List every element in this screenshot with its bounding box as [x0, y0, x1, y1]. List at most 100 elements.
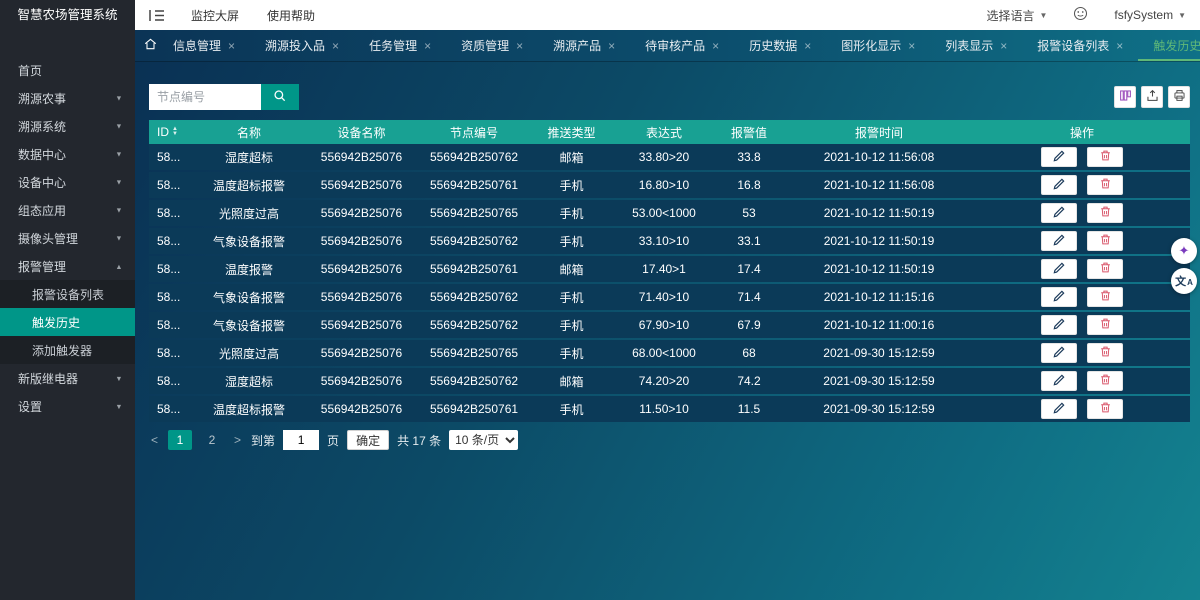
- edit-button[interactable]: [1041, 371, 1077, 391]
- edit-button[interactable]: [1041, 259, 1077, 279]
- translate-button[interactable]: 文A: [1171, 268, 1197, 294]
- tab-close-icon[interactable]: ×: [1116, 39, 1123, 53]
- sidebar-subitem[interactable]: 添加触发器: [0, 336, 135, 364]
- delete-button[interactable]: [1087, 399, 1123, 419]
- sidebar-item[interactable]: 设备中心▼: [0, 168, 135, 196]
- sidebar-item[interactable]: 数据中心▼: [0, 140, 135, 168]
- sidebar-subitem[interactable]: 报警设备列表: [0, 280, 135, 308]
- delete-button[interactable]: [1087, 287, 1123, 307]
- edit-button[interactable]: [1041, 343, 1077, 363]
- page-number[interactable]: 1: [168, 430, 192, 450]
- cell-value: 33.1: [714, 234, 784, 248]
- sidebar-item-label: 设备中心: [18, 174, 66, 191]
- page-numbers: 12: [168, 430, 224, 450]
- goto-page-input[interactable]: [283, 430, 319, 450]
- edit-button[interactable]: [1041, 203, 1077, 223]
- nav-link-help[interactable]: 使用帮助: [267, 7, 315, 24]
- export-button[interactable]: [1141, 86, 1163, 108]
- column-header: 节点编号: [419, 124, 529, 141]
- row-actions: [974, 259, 1190, 279]
- tab-close-icon[interactable]: ×: [908, 39, 915, 53]
- sidebar-item[interactable]: 溯源农事▼: [0, 84, 135, 112]
- sidebar-item[interactable]: 新版继电器▼: [0, 364, 135, 392]
- nav-link-monitor-screen[interactable]: 监控大屏: [191, 7, 239, 24]
- translate-icon: 文A: [1175, 273, 1193, 289]
- cell-time: 2021-10-12 11:50:19: [784, 206, 974, 220]
- tab-close-icon[interactable]: ×: [608, 39, 615, 53]
- cell-device: 556942B25076: [304, 178, 419, 192]
- table-row: 58...湿度超标556942B25076556942B250762邮箱74.2…: [149, 368, 1190, 394]
- delete-button[interactable]: [1087, 231, 1123, 251]
- column-header-label: 操作: [1070, 126, 1094, 140]
- tab[interactable]: 历史数据×: [734, 30, 826, 61]
- next-page-icon[interactable]: >: [232, 433, 243, 447]
- menu-collapse-icon[interactable]: [149, 9, 165, 22]
- cell-name: 气象设备报警: [194, 317, 304, 334]
- edit-button[interactable]: [1041, 287, 1077, 307]
- delete-button[interactable]: [1087, 203, 1123, 223]
- tab[interactable]: 报警设备列表×: [1022, 30, 1138, 61]
- delete-button[interactable]: [1087, 147, 1123, 167]
- tab[interactable]: 待审核产品×: [630, 30, 734, 61]
- tab-close-icon[interactable]: ×: [1000, 39, 1007, 53]
- tab-home[interactable]: [143, 30, 158, 61]
- cell-name: 光照度过高: [194, 205, 304, 222]
- sidebar-item[interactable]: 组态应用▼: [0, 196, 135, 224]
- tab[interactable]: 信息管理×: [158, 30, 250, 61]
- user-menu[interactable]: fsfySystem ▼: [1114, 8, 1186, 22]
- theme-icon[interactable]: [1073, 6, 1088, 24]
- tab-close-icon[interactable]: ×: [516, 39, 523, 53]
- page-number[interactable]: 2: [200, 430, 224, 450]
- sidebar-item[interactable]: 报警管理▲: [0, 252, 135, 280]
- caret-down-icon: ▼: [115, 150, 122, 158]
- cell-name: 温度超标报警: [194, 177, 304, 194]
- print-button[interactable]: [1168, 86, 1190, 108]
- edit-button[interactable]: [1041, 399, 1077, 419]
- tab[interactable]: 列表显示×: [930, 30, 1022, 61]
- delete-button[interactable]: [1087, 315, 1123, 335]
- cell-expr: 71.40>10: [614, 290, 714, 304]
- table-row: 58...光照度过高556942B25076556942B250765手机68.…: [149, 340, 1190, 366]
- sidebar-subitem[interactable]: 触发历史: [0, 308, 135, 336]
- print-icon: [1173, 89, 1186, 105]
- delete-button[interactable]: [1087, 371, 1123, 391]
- tab-close-icon[interactable]: ×: [804, 39, 811, 53]
- sparkle-button[interactable]: ✦: [1171, 238, 1197, 264]
- prev-page-icon[interactable]: <: [149, 433, 160, 447]
- tab-close-icon[interactable]: ×: [424, 39, 431, 53]
- edit-button[interactable]: [1041, 147, 1077, 167]
- search-button[interactable]: [261, 84, 299, 110]
- tab[interactable]: 溯源产品×: [538, 30, 630, 61]
- page-size-select[interactable]: 10 条/页: [449, 430, 518, 450]
- cell-id: 58...: [149, 262, 194, 276]
- cell-node: 556942B250765: [419, 346, 529, 360]
- sort-icon[interactable]: ▲▼: [172, 127, 178, 137]
- delete-button[interactable]: [1087, 259, 1123, 279]
- delete-button[interactable]: [1087, 343, 1123, 363]
- sidebar-item[interactable]: 首页: [0, 56, 135, 84]
- edit-button[interactable]: [1041, 231, 1077, 251]
- cell-expr: 67.90>10: [614, 318, 714, 332]
- sidebar-item[interactable]: 摄像头管理▼: [0, 224, 135, 252]
- tab[interactable]: 触发历史×: [1138, 30, 1200, 61]
- sidebar-item[interactable]: 溯源系统▼: [0, 112, 135, 140]
- cell-value: 68: [714, 346, 784, 360]
- column-header-label: 设备名称: [337, 126, 385, 140]
- edit-button[interactable]: [1041, 315, 1077, 335]
- filter-columns-button[interactable]: [1114, 86, 1136, 108]
- cell-push: 邮箱: [529, 373, 614, 390]
- tab[interactable]: 溯源投入品×: [250, 30, 354, 61]
- tab-close-icon[interactable]: ×: [228, 39, 235, 53]
- tab[interactable]: 图形化显示×: [826, 30, 930, 61]
- tab[interactable]: 任务管理×: [354, 30, 446, 61]
- tab-close-icon[interactable]: ×: [712, 39, 719, 53]
- goto-confirm-button[interactable]: 确定: [347, 430, 389, 450]
- trash-icon: [1099, 373, 1112, 389]
- language-select[interactable]: 选择语言 ▼: [986, 7, 1047, 24]
- tab[interactable]: 资质管理×: [446, 30, 538, 61]
- tab-close-icon[interactable]: ×: [332, 39, 339, 53]
- edit-button[interactable]: [1041, 175, 1077, 195]
- sidebar-item[interactable]: 设置▼: [0, 392, 135, 420]
- delete-button[interactable]: [1087, 175, 1123, 195]
- node-number-search-input[interactable]: [149, 84, 261, 110]
